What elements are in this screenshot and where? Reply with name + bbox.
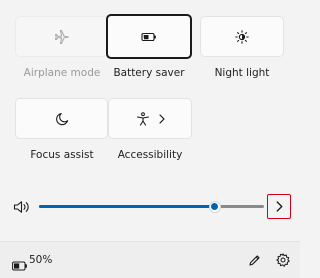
battery-percentage: 50% (29, 254, 53, 266)
speaker-icon[interactable] (13, 199, 31, 218)
edit-button[interactable] (244, 251, 264, 271)
battery-icon[interactable] (12, 256, 28, 275)
airplane-icon (54, 29, 70, 45)
brightness-icon (235, 29, 249, 44)
settings-button[interactable] (273, 251, 293, 271)
footer-bar: 50% (0, 241, 300, 278)
battery-saver-icon (141, 31, 157, 43)
focus-assist-toggle[interactable] (15, 98, 108, 139)
moon-icon (55, 112, 69, 126)
night-light-toggle[interactable] (200, 16, 284, 57)
volume-slider[interactable] (39, 200, 264, 213)
accessibility-icon (136, 111, 150, 126)
volume-slider-fill (39, 205, 215, 208)
pencil-icon (248, 252, 261, 271)
chevron-right-icon (276, 197, 283, 216)
audio-output-button[interactable] (267, 194, 291, 219)
airplane-mode-toggle[interactable] (15, 16, 108, 57)
chevron-right-icon (158, 113, 165, 124)
night-light-label: Night light (214, 67, 270, 79)
accessibility-label: Accessibility (117, 149, 183, 161)
accessibility-toggle[interactable] (108, 98, 192, 139)
battery-saver-toggle[interactable] (106, 14, 192, 59)
gear-icon (276, 252, 290, 271)
volume-slider-thumb-core (211, 203, 218, 210)
volume-slider-thumb[interactable] (208, 200, 221, 213)
